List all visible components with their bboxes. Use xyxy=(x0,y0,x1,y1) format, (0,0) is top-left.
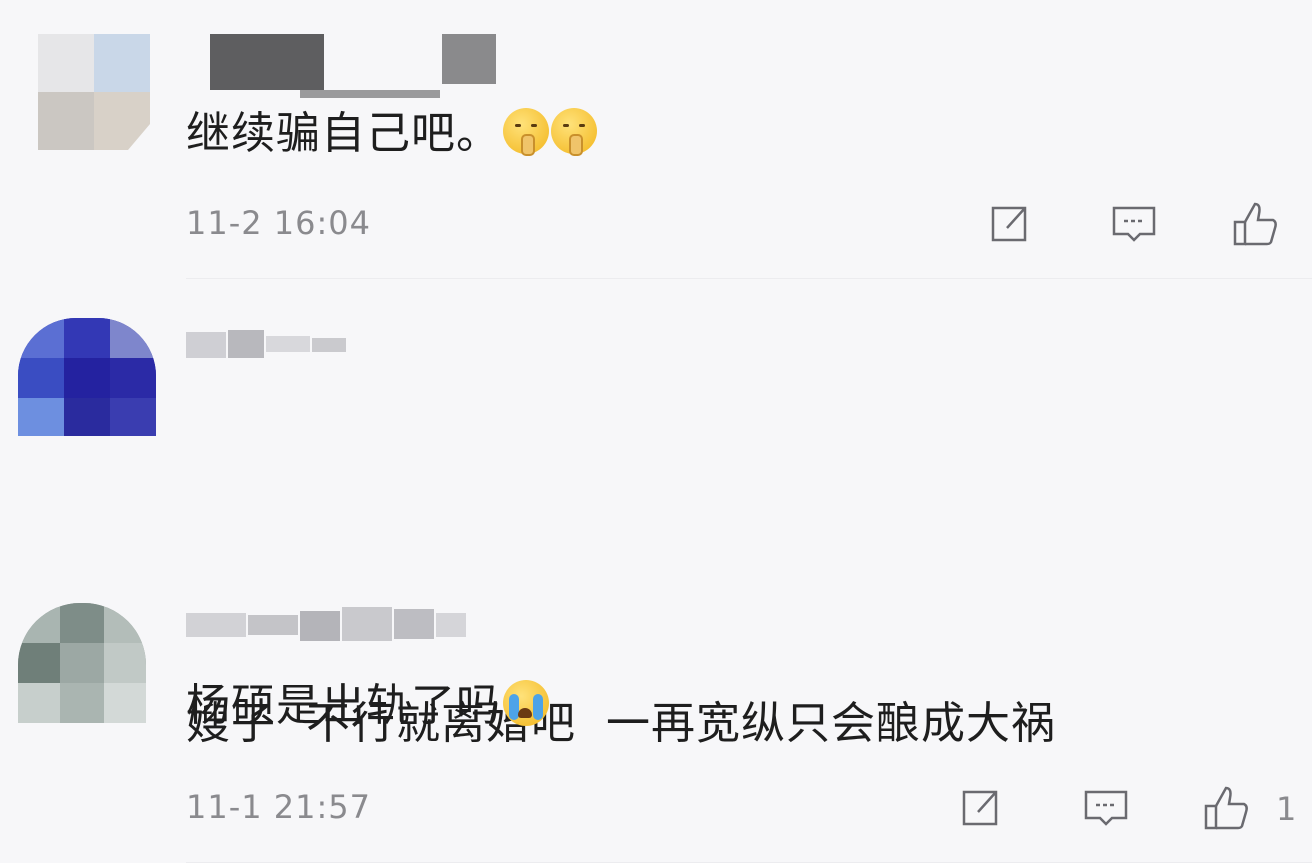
crying-emoji xyxy=(503,680,549,726)
comment-time: 11-2 16:04 xyxy=(186,204,372,242)
comment-time: 11-1 21:57 xyxy=(186,788,372,826)
divider xyxy=(186,278,1312,279)
username-blurred[interactable] xyxy=(186,34,506,98)
avatar[interactable] xyxy=(38,34,150,150)
like-icon[interactable] xyxy=(1231,200,1279,248)
reply-icon[interactable] xyxy=(1082,784,1130,832)
shush-emoji xyxy=(551,108,597,156)
shush-emoji xyxy=(503,108,549,156)
reply-icon[interactable] xyxy=(1110,200,1158,248)
username-blurred[interactable] xyxy=(186,605,476,645)
avatar[interactable] xyxy=(18,318,156,436)
comment-item: 杨硕是出轨了吗 xyxy=(0,585,1312,750)
comment-text: 继续骗自己吧。 xyxy=(186,108,597,160)
like-icon[interactable] xyxy=(1202,784,1250,832)
comment-item: 继续骗自己吧。 11-2 16:04 xyxy=(0,0,1312,280)
username-blurred[interactable] xyxy=(186,326,366,362)
share-icon[interactable] xyxy=(956,784,1004,832)
share-icon[interactable] xyxy=(985,200,1033,248)
like-count: 1 xyxy=(1276,790,1297,828)
comment-item: 嫂子 不行就离婚吧 一再宽纵只会酿成大祸 11-1 21:57 1 xyxy=(0,300,1312,863)
comment-text: 杨硕是出轨了吗 xyxy=(186,680,549,732)
avatar[interactable] xyxy=(18,603,146,723)
